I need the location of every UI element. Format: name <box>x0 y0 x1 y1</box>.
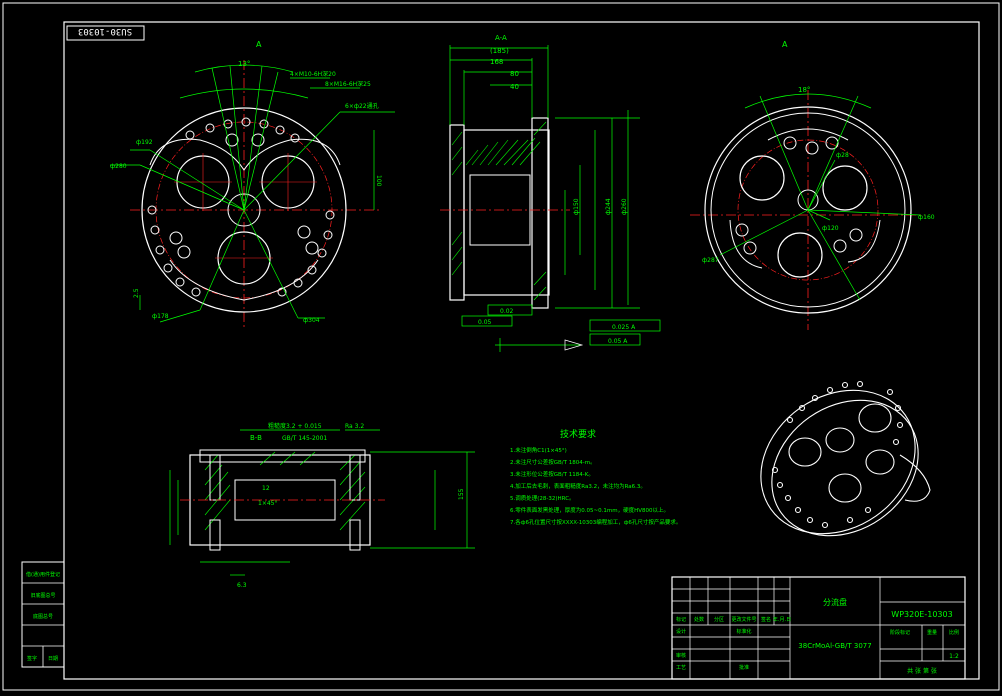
title-label-approve: 批准 <box>739 664 749 671</box>
sheet-outer-border <box>2 2 1000 691</box>
bottom-studs <box>209 454 361 551</box>
front-dim-small: ф178 <box>152 313 169 320</box>
section-dim-b: 40 <box>510 83 519 91</box>
section-dim-a: 80 <box>510 70 519 78</box>
stamp-label: SU30-10303 <box>78 26 132 36</box>
bottom-section-label: B-B <box>250 434 262 442</box>
section-flange <box>449 124 465 301</box>
title-label-check: 审核 <box>676 652 686 659</box>
title-stage-label: 阶段标记 <box>890 629 910 636</box>
bottom-dim-offset: 6.3 <box>237 582 247 589</box>
title-label-standard: 标准化 <box>736 628 751 635</box>
title-label-mark: 标记 <box>676 616 686 623</box>
section-dim-dia-1: ф150 <box>573 198 580 215</box>
left-strip-row-4: 签字 <box>27 655 37 662</box>
section-tol-frame-1-text: 0.025 A <box>612 324 636 331</box>
section-label: A-A <box>495 34 507 42</box>
title-block: 分流盘 WP320E-10303 38CrMoAl-GB/T 3077 阶段标记… <box>671 576 966 680</box>
right-large-hole-2 <box>822 165 868 211</box>
right-dim-dia-2: ф120 <box>822 225 839 232</box>
left-strip-row-5: 日期 <box>48 656 58 662</box>
left-strip: 借(通)用件登记 旧底图总号 底图总号 签字 日期 <box>21 561 65 668</box>
iso-hole-4 <box>828 473 862 503</box>
right-view: A 18° ф28 ф120 ф287 ф160 <box>690 40 935 330</box>
title-label-design: 设计 <box>676 628 686 635</box>
section-right-lip <box>531 117 549 309</box>
title-label-zone: 分区 <box>714 616 724 623</box>
section-body <box>463 129 550 296</box>
title-scale-label: 比例 <box>949 629 959 636</box>
isometric-view <box>760 380 931 537</box>
section-view: A-A (185) 168 80 40 ф150 ф244 ф260 0.05 … <box>440 34 661 352</box>
bottom-dim-surface: Ra 3.2 <box>345 423 364 430</box>
left-strip-row-3: 底图总号 <box>33 613 53 620</box>
title-label-date: 年.月.日 <box>773 616 791 623</box>
front-small-holes <box>147 117 335 297</box>
cad-drawing-canvas: SU30-10303 A 13° 8×M16-6H深25 4×M10-6H深20… <box>2 2 1000 691</box>
front-dim-large: ф280 <box>110 163 127 170</box>
left-strip-row-2: 旧底图总号 <box>30 592 55 599</box>
bottom-dim-height: 155 <box>458 488 465 500</box>
title-label-sign: 签名 <box>761 616 771 623</box>
front-callout-1: 8×M16-6H深25 <box>325 80 371 88</box>
front-dim-bolt: ф192 <box>136 139 153 146</box>
tech-req-title: 技术要求 <box>560 428 596 440</box>
front-dim-outer: ф304 <box>303 317 320 324</box>
title-material: 38CrMoAl-GB/T 3077 <box>798 642 871 650</box>
front-view: A 13° 8×M16-6H深25 4×M10-6H深20 6×ф22通孔 ф1… <box>110 40 395 330</box>
title-label-change: 更改文件号 <box>731 616 756 623</box>
bottom-dim-chamfer: 1×45° <box>258 500 277 507</box>
bottom-callout-top-2: GB/T 145-2001 <box>282 435 327 442</box>
left-strip-row-1: 借(通)用件登记 <box>26 571 60 578</box>
front-hole-centers <box>174 153 317 259</box>
front-callout-2: 4×M10-6H深20 <box>290 70 336 78</box>
front-dim-height: 100 <box>375 175 382 187</box>
right-large-hole-3 <box>777 232 823 278</box>
title-weight-label: 重量 <box>927 629 937 636</box>
bottom-top-flange <box>199 449 366 463</box>
tech-req-item-7: 7.各ф6孔位置尺寸按XXXX-10303编程加工，ф6孔尺寸按产品要求。 <box>510 518 681 526</box>
front-callout-3: 6×ф22通孔 <box>345 102 379 110</box>
iso-hole-2 <box>825 427 855 453</box>
tech-req-item-6: 6.零件表面发黑处理，厚度为0.05~0.1mm，硬度HV800以上。 <box>510 506 669 514</box>
front-lobe-outline <box>149 138 341 301</box>
iso-hole-5 <box>865 449 895 475</box>
title-part-name: 分流盘 <box>823 597 847 607</box>
section-tol-flatness: 0.05 <box>478 319 492 326</box>
front-dim-offset: 2.5 <box>133 288 140 298</box>
right-large-hole-1 <box>739 155 785 201</box>
tech-req-item-1: 1.未注倒角C1(1×45°) <box>510 446 567 454</box>
title-label-count: 处数 <box>694 616 704 623</box>
section-tol-run: 0.02 <box>500 308 514 315</box>
bottom-section-view: B-B 粗糙度3.2 + 0.015 GB/T 145-2001 Ra 3.2 … <box>169 422 475 589</box>
right-dim-angle: 18° <box>798 86 810 94</box>
title-label-process: 工艺 <box>676 665 686 671</box>
section-dim-width: 168 <box>490 58 503 66</box>
tech-req-item-4: 4.加工后去毛刺，表面粗糙度Ra3.2，未注均为Ra6.3。 <box>510 482 646 490</box>
title-sheet-total: 共 张 第 张 <box>907 667 937 675</box>
title-drawing-no: WP320E-10303 <box>891 610 952 619</box>
sheet-inner-border <box>63 21 980 680</box>
bottom-callout-top: 粗糙度3.2 + 0.015 <box>268 422 322 430</box>
tech-req-item-2: 2.未注尺寸公差按GB/T 1804-m。 <box>510 458 596 466</box>
front-dim-angle: 13° <box>238 60 250 68</box>
tech-req-item-3: 3.未注形位公差按GB/T 1184-K。 <box>510 470 594 478</box>
section-dim-dia-2: ф244 <box>605 198 612 215</box>
right-section-mark: A <box>782 40 788 49</box>
title-scale: 1:2 <box>949 653 959 660</box>
iso-outer-face <box>760 389 916 535</box>
right-dim-dia-1: ф28 <box>836 152 849 159</box>
right-dim-dia-3: ф287 <box>702 257 719 264</box>
tech-req-item-5: 5.调质处理(28-32)HRC。 <box>510 494 575 502</box>
front-section-mark: A <box>256 40 262 49</box>
iso-hole-1 <box>788 437 822 467</box>
right-dim-dia-4: ф160 <box>918 214 935 221</box>
bottom-hatching <box>204 451 366 531</box>
section-dim-overall: (185) <box>490 47 509 55</box>
iso-hole-3 <box>858 403 892 433</box>
bottom-dim-inner: 12 <box>262 485 270 492</box>
technical-requirements: 技术要求 1.未注倒角C1(1×45°) 2.未注尺寸公差按GB/T 1804-… <box>510 428 681 526</box>
section-dim-dia-3: ф260 <box>621 198 628 215</box>
section-tol-frame-2-text: 0.05 A <box>608 338 628 345</box>
